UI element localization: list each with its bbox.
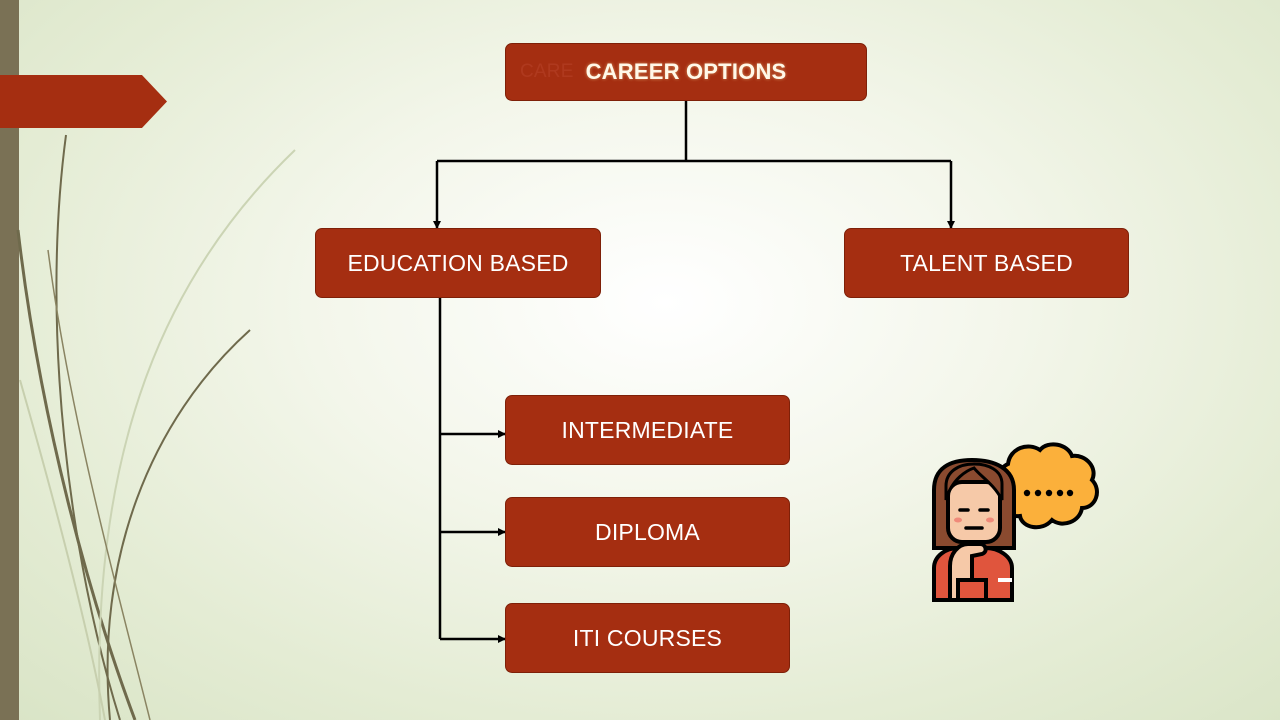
diploma-box: DIPLOMA: [505, 497, 790, 567]
talent-based-box: TALENT BASED: [844, 228, 1129, 298]
career-options-title: CARE CAREER OPTIONS: [505, 43, 867, 101]
iti-courses-box: ITI COURSES: [505, 603, 790, 673]
intermediate-box: INTERMEDIATE: [505, 395, 790, 465]
title-text: CAREER OPTIONS: [585, 59, 787, 84]
education-based-box: EDUCATION BASED: [315, 228, 601, 298]
ghost-text: CARE: [520, 61, 574, 82]
thinking-girl-icon: [932, 442, 1099, 602]
